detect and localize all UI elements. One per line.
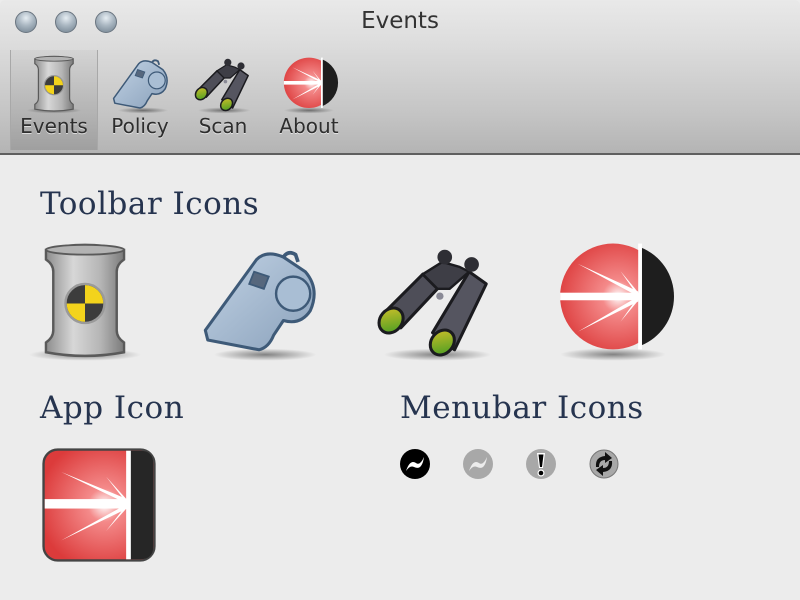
window-title: Events bbox=[361, 8, 439, 34]
crash-test-barrel-icon bbox=[20, 240, 150, 362]
menubar-icons-heading: Menubar Icons bbox=[400, 390, 644, 426]
crash-test-barrel-icon bbox=[21, 54, 87, 114]
toolbar-item-label: Policy bbox=[111, 114, 169, 138]
toolbar-item-label: Scan bbox=[198, 114, 248, 138]
binoculars-icon bbox=[190, 54, 256, 114]
laser-burst-sphere-icon bbox=[276, 54, 342, 114]
toolbar-item-policy[interactable]: Policy bbox=[97, 50, 183, 150]
preferences-window: Events Events Policy Scan About Toolbar … bbox=[0, 0, 800, 600]
whistle-icon bbox=[107, 54, 173, 114]
toolbar-icons-heading: Toolbar Icons bbox=[40, 186, 260, 222]
whistle-icon bbox=[194, 240, 324, 362]
menubar-syncing-icon bbox=[589, 449, 619, 479]
toolbar-item-events[interactable]: Events bbox=[10, 50, 98, 150]
menubar-inactive-icon bbox=[463, 449, 493, 479]
laser-burst-app-icon bbox=[40, 446, 158, 564]
app-icon-heading: App Icon bbox=[40, 390, 185, 426]
toolbar-item-label: Events bbox=[20, 114, 88, 138]
toolbar-item-label: About bbox=[279, 114, 339, 138]
menubar-active-icon bbox=[400, 449, 430, 479]
menubar-alert-icon bbox=[526, 449, 556, 479]
laser-burst-sphere-icon bbox=[548, 236, 678, 362]
title-toolbar: Events Events Policy Scan About bbox=[0, 0, 800, 155]
binoculars-icon bbox=[370, 240, 500, 362]
toolbar-item-scan[interactable]: Scan bbox=[180, 50, 266, 150]
toolbar-item-about[interactable]: About bbox=[266, 50, 352, 150]
